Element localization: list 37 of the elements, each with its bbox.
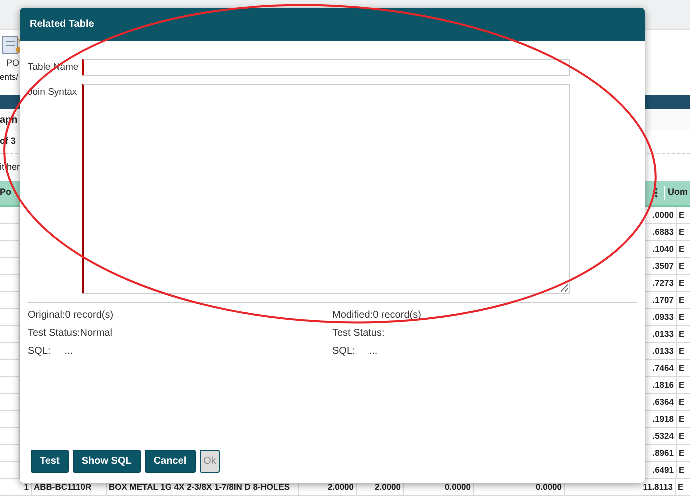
table-cell-text: E <box>678 396 686 409</box>
table-cell-text: E <box>678 446 686 460</box>
table-cell-text: E <box>678 412 686 426</box>
status-value: ... <box>64 345 74 358</box>
hint-text: it her <box>0 160 20 174</box>
dialog-title: Related Table <box>20 8 645 41</box>
column-menu-icon[interactable] <box>655 188 658 198</box>
status-value: ... <box>369 345 378 358</box>
status-text: Original:0 record(s) <box>28 309 115 322</box>
table-cell-text: E <box>678 464 686 477</box>
toolbar-caption: ents/ <box>0 71 18 84</box>
status-text: Test Status: <box>332 327 386 340</box>
table-cell-text: E <box>678 260 686 273</box>
dialog-button[interactable]: Test <box>31 450 69 473</box>
table-cell-text: E <box>678 208 686 222</box>
table-name-field[interactable] <box>82 59 570 76</box>
table-cell-text: E <box>678 362 686 375</box>
table-cell-text: E <box>678 378 686 392</box>
toolbar-button-label: PO <box>6 58 20 69</box>
table-cell-text: E <box>678 310 686 324</box>
join-syntax-field[interactable] <box>82 84 570 294</box>
status-label: SQL: <box>28 345 51 358</box>
table-cell-text: E <box>678 294 686 307</box>
table-cell-text: E <box>678 276 686 290</box>
status-text: Modified:0 record(s) <box>332 309 422 322</box>
table-cell-text: E <box>678 242 686 256</box>
table-cell-text: E <box>677 480 685 494</box>
status-label: SQL: <box>332 345 356 358</box>
dialog-button[interactable]: Show SQL <box>72 450 141 473</box>
table-cell-text: E <box>678 430 686 443</box>
column-header: Uom <box>664 186 690 200</box>
dialog-button[interactable]: Cancel <box>144 450 196 473</box>
table-cell-text: E <box>678 226 686 239</box>
status-text: Test Status:Normal <box>28 327 114 340</box>
table-cell-text: E <box>678 344 686 358</box>
table-cell-text: E <box>678 328 686 341</box>
column-header: Po <box>0 186 13 200</box>
